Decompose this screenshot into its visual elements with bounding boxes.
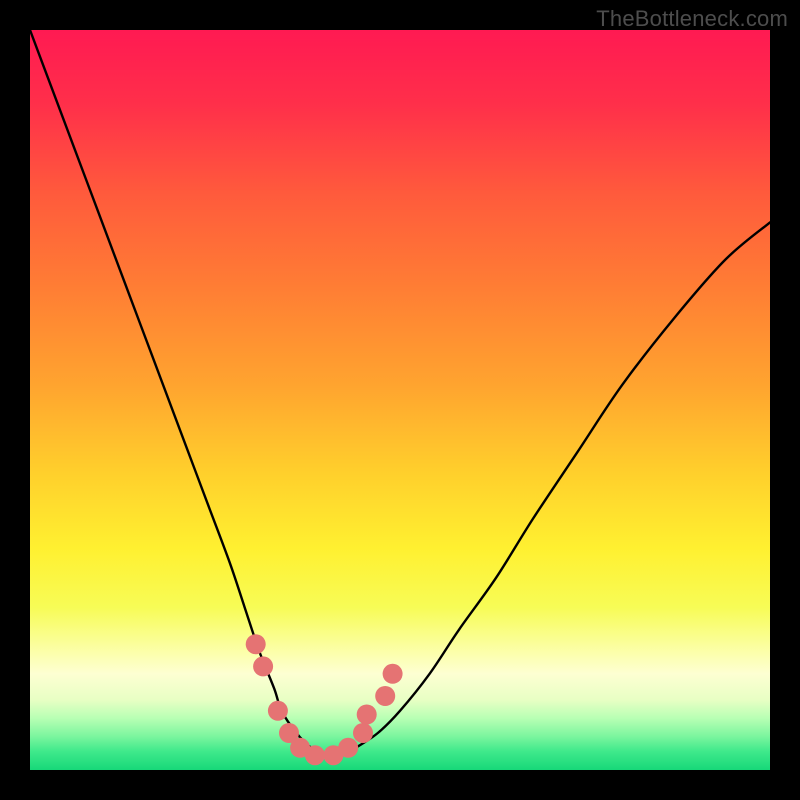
highlight-dot bbox=[383, 664, 403, 684]
highlight-dot bbox=[353, 723, 373, 743]
highlight-markers bbox=[246, 634, 403, 765]
highlight-dot bbox=[253, 656, 273, 676]
highlight-dot bbox=[357, 705, 377, 725]
highlight-dot bbox=[246, 634, 266, 654]
curve-layer bbox=[30, 30, 770, 770]
plot-area bbox=[30, 30, 770, 770]
bottleneck-curve bbox=[30, 30, 770, 756]
highlight-dot bbox=[268, 701, 288, 721]
watermark-text: TheBottleneck.com bbox=[596, 6, 788, 32]
highlight-dot bbox=[305, 745, 325, 765]
chart-frame: TheBottleneck.com bbox=[0, 0, 800, 800]
highlight-dot bbox=[375, 686, 395, 706]
highlight-dot bbox=[338, 738, 358, 758]
